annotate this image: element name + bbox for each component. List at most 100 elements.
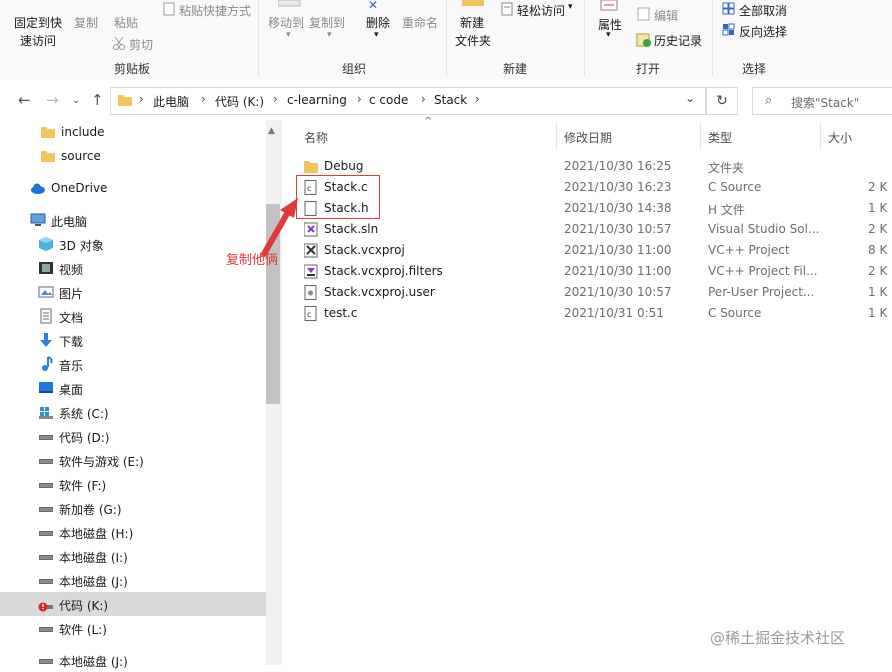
file-row[interactable]: Stack.vcxproj.filters 2021/10/30 11:00 VC+… — [296, 261, 892, 282]
nav-scroll-up-icon[interactable]: ▲ — [268, 126, 275, 136]
recent-locations-chevron-icon[interactable]: ⌄ — [72, 95, 80, 106]
nav-item[interactable]: 本地磁盘 (J:) — [0, 568, 266, 592]
file-row[interactable]: Stack.vcxproj 2021/10/30 11:00 VC++ Projec… — [296, 240, 892, 261]
file-size: 8 K — [868, 243, 888, 257]
breadcrumb-chevron-icon[interactable]: › — [273, 92, 278, 106]
breadcrumb-item[interactable]: c-learning — [287, 93, 347, 107]
file-type: C Source — [708, 306, 762, 320]
properties-icon — [600, 0, 618, 11]
nav-item-label: source — [61, 149, 101, 163]
ribbon-divider — [446, 0, 447, 76]
nav-item-label: 此电脑 — [51, 215, 88, 229]
breadcrumb-chevron-icon[interactable]: › — [357, 92, 362, 106]
rename-button[interactable]: 重命名 — [402, 14, 438, 31]
breadcrumb-chevron-icon[interactable]: › — [421, 92, 426, 106]
column-divider[interactable] — [556, 122, 557, 150]
drive-icon — [39, 659, 53, 664]
select-none-button[interactable]: 全部取消 — [739, 2, 787, 19]
nav-item[interactable]: 系统 (C:) — [0, 400, 266, 424]
nav-item[interactable]: 代码 (D:) — [0, 424, 266, 448]
delete-button[interactable]: 删除 — [366, 14, 390, 31]
new-folder-button[interactable]: 新建 — [460, 14, 484, 31]
file-row[interactable]: Stack.vcxproj.user 2021/10/30 10:57 Per-Us… — [296, 282, 892, 303]
nav-item[interactable]: 音乐 — [0, 352, 266, 376]
file-row[interactable]: Debug 2021/10/30 16:25 文件夹 — [296, 156, 892, 177]
file-row[interactable]: c Stack.c 2021/10/30 16:23 C Source 2 K — [296, 177, 892, 198]
nav-item[interactable]: 软件与游戏 (E:) — [0, 448, 266, 472]
nav-item-label: 本地磁盘 (H:) — [59, 527, 134, 541]
nav-item[interactable]: 本地磁盘 (J:) — [0, 648, 266, 672]
nav-item[interactable]: OneDrive — [0, 176, 266, 200]
column-header-type[interactable]: 类型 — [708, 129, 732, 146]
history-button[interactable]: 历史记录 — [654, 32, 702, 49]
refresh-button[interactable]: ↻ — [706, 87, 738, 115]
svg-text:c: c — [307, 310, 311, 319]
column-divider[interactable] — [700, 122, 701, 150]
move-to-dropdown-icon: ▾ — [286, 30, 291, 40]
nav-item[interactable]: 软件 (L:) — [0, 616, 266, 640]
easy-access-icon — [501, 2, 513, 16]
column-header-name[interactable]: 名称 — [304, 129, 328, 146]
breadcrumb-item[interactable]: 代码 (K:) — [215, 93, 264, 110]
nav-item[interactable]: 桌面 — [0, 376, 266, 400]
nav-item-label: 软件 (L:) — [59, 623, 107, 637]
pin-quick-access-label[interactable]: 速访问 — [20, 32, 56, 49]
nav-item[interactable]: 文档 — [0, 304, 266, 328]
nav-item-label: 视频 — [59, 263, 84, 277]
search-box[interactable]: ⌕ 搜索"Stack" — [752, 87, 892, 115]
column-header-size[interactable]: 大小 — [828, 129, 852, 146]
file-row[interactable]: Stack.h 2021/10/30 14:38 H 文件 1 K — [296, 198, 892, 219]
column-header-date[interactable]: 修改日期 — [564, 129, 612, 146]
nav-item[interactable]: 下载 — [0, 328, 266, 352]
cut-button[interactable]: 剪切 — [129, 36, 153, 53]
nav-item-label: 代码 (K:) — [59, 599, 109, 613]
copy-to-button[interactable]: 复制到 — [309, 14, 345, 31]
nav-item[interactable]: 代码 (K:) — [0, 592, 266, 616]
back-arrow-icon[interactable]: ← — [18, 91, 31, 109]
breadcrumb-item[interactable]: Stack — [434, 93, 467, 107]
file-row[interactable]: c test.c 2021/10/31 0:51 C Source 1 K — [296, 303, 892, 324]
search-placeholder[interactable]: 搜索"Stack" — [791, 94, 859, 111]
address-field[interactable]: › 此电脑 › 代码 (K:) › c-learning › c code › … — [110, 87, 706, 115]
copy-to-dropdown-icon: ▾ — [327, 30, 332, 40]
easy-access-button[interactable]: 轻松访问 — [517, 2, 565, 19]
nav-item[interactable]: 本地磁盘 (I:) — [0, 544, 266, 568]
copy-button[interactable]: 复制 — [74, 14, 98, 31]
file-name: Stack.vcxproj.filters — [324, 264, 443, 278]
file-type: Visual Studio Sol... — [708, 222, 820, 236]
nav-item-label: 音乐 — [59, 359, 84, 373]
breadcrumb-chevron-icon[interactable]: › — [475, 92, 480, 106]
edit-button[interactable]: 编辑 — [654, 7, 678, 24]
nav-item[interactable]: include — [0, 120, 266, 144]
user-file-icon — [304, 285, 317, 300]
up-arrow-icon[interactable]: ↑ — [91, 91, 104, 109]
column-divider[interactable] — [820, 122, 821, 150]
nav-item[interactable]: 图片 — [0, 280, 266, 304]
paste-shortcut-icon — [163, 2, 175, 16]
file-row[interactable]: Stack.sln 2021/10/30 10:57 Visual Studio S… — [296, 219, 892, 240]
paste-shortcut-button[interactable]: 粘贴快捷方式 — [179, 2, 251, 19]
history-icon — [636, 33, 651, 47]
breadcrumb-chevron-icon[interactable]: › — [139, 92, 144, 106]
scissors-icon — [113, 36, 125, 50]
nav-item[interactable]: 此电脑 — [0, 208, 266, 232]
pin-quick-access-button[interactable]: 固定到快 — [14, 14, 62, 31]
address-dropdown-chevron-icon[interactable]: ⌄ — [685, 91, 695, 105]
breadcrumb-chevron-icon[interactable]: › — [201, 92, 206, 106]
forward-arrow-icon[interactable]: → — [46, 91, 59, 109]
nav-item-label: 桌面 — [59, 383, 84, 397]
nav-item[interactable]: 软件 (F:) — [0, 472, 266, 496]
paste-button[interactable]: 粘贴 — [114, 14, 138, 31]
nav-item[interactable]: source — [0, 144, 266, 168]
select-none-icon — [722, 2, 735, 15]
new-folder-label[interactable]: 文件夹 — [455, 32, 491, 49]
ribbon-divider — [584, 0, 585, 76]
breadcrumb-item[interactable]: c code — [369, 93, 408, 107]
nav-item[interactable]: 新加卷 (G:) — [0, 496, 266, 520]
breadcrumb-item[interactable]: 此电脑 — [153, 93, 189, 110]
move-to-button[interactable]: 移动到 — [268, 14, 304, 31]
nav-item-label: 新加卷 (G:) — [59, 503, 122, 517]
watermark-text: @稀土掘金技术社区 — [710, 629, 846, 647]
invert-selection-button[interactable]: 反向选择 — [739, 23, 787, 40]
nav-item[interactable]: 本地磁盘 (H:) — [0, 520, 266, 544]
